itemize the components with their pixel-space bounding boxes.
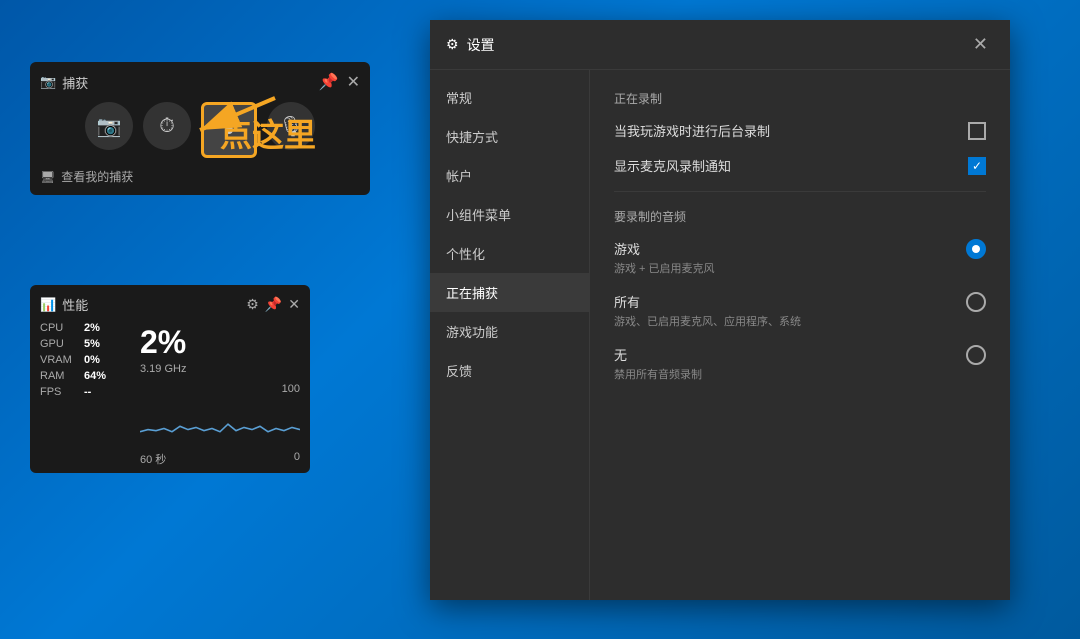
perf-title-text: 性能 [62, 295, 88, 314]
screenshot-button[interactable]: 📷 [85, 102, 133, 150]
sidebar-item-account[interactable]: 帐户 [430, 156, 589, 195]
monitor-icon: 🖥 [40, 170, 55, 184]
section2-title: 要录制的音频 [614, 208, 986, 225]
radio-none-content: 无 禁用所有音频录制 [614, 345, 958, 382]
capture-footer[interactable]: 🖥 查看我的捕获 [40, 168, 360, 185]
perf-chart-area: 100 60 秒 0 [140, 383, 300, 463]
capture-panel-title: 📷 捕获 [40, 73, 88, 92]
capture-title-text: 捕获 [62, 73, 88, 92]
radio-none-subtitle: 禁用所有音频录制 [614, 366, 958, 382]
perf-close-icon[interactable]: ✕ [288, 296, 300, 313]
setting2-label: 显示麦克风录制通知 [614, 156, 731, 175]
perf-stat-vram: VRAM 0% [40, 354, 130, 366]
perf-panel-title: 📊 性能 [40, 295, 88, 314]
capture-panel-header: 📷 捕获 📌 ✕ [40, 72, 360, 92]
performance-panel: 📊 性能 ⚙ 📌 ✕ CPU 2% GPU 5% VRAM [30, 285, 310, 473]
capture-close-icon[interactable]: ✕ [347, 72, 360, 92]
perf-stats-list: CPU 2% GPU 5% VRAM 0% RAM 64% FPS -- [40, 322, 130, 463]
radio-game-btn[interactable] [966, 239, 986, 259]
perf-chart-svg [140, 383, 300, 448]
radio-game-content: 游戏 游戏 + 已启用麦克风 [614, 239, 958, 276]
radio-all-title: 所有 [614, 292, 958, 311]
perf-settings-icon[interactable]: ⚙ [246, 296, 259, 313]
perf-stat-cpu: CPU 2% [40, 322, 130, 334]
perf-panel-controls: ⚙ 📌 ✕ [246, 296, 300, 313]
sidebar-item-general[interactable]: 常规 [430, 78, 589, 117]
capture-panel: 📷 捕获 📌 ✕ 📷 ⏱ 🎙 🖥 查看我的捕获 [30, 62, 370, 195]
sidebar-item-widget-menu[interactable]: 小组件菜单 [430, 195, 589, 234]
setting1-checkbox[interactable] [968, 122, 986, 140]
settings-gear-icon: ⚙ [446, 36, 459, 53]
pin-icon[interactable]: 📌 [319, 72, 339, 92]
settings-panel: ⚙ 设置 ✕ 常规 快捷方式 帐户 小组件菜单 个性化 正在捕获 游戏功能 反馈… [430, 20, 1010, 600]
sidebar-item-feedback[interactable]: 反馈 [430, 351, 589, 390]
chart-label-time: 60 秒 [140, 451, 166, 467]
perf-pin-icon[interactable]: 📌 [265, 296, 282, 313]
radio-all-subtitle: 游戏、已启用麦克风、应用程序、系统 [614, 313, 958, 329]
perf-stat-fps: FPS -- [40, 386, 130, 398]
perf-big-value: 2% [140, 324, 300, 361]
perf-stat-gpu: GPU 5% [40, 338, 130, 350]
radio-none-btn[interactable] [966, 345, 986, 365]
arrow-label: 点这里 [220, 110, 316, 156]
divider1 [614, 191, 986, 192]
section1-title: 正在录制 [614, 90, 986, 107]
sidebar-item-shortcuts[interactable]: 快捷方式 [430, 117, 589, 156]
perf-panel-right: 2% 3.19 GHz 100 60 秒 0 [140, 322, 300, 463]
radio-game-title: 游戏 [614, 239, 958, 258]
sidebar-item-personalize[interactable]: 个性化 [430, 234, 589, 273]
settings-content: 正在录制 当我玩游戏时进行后台录制 显示麦克风录制通知 要录制的音频 游戏 游戏… [590, 70, 1010, 600]
settings-body: 常规 快捷方式 帐户 小组件菜单 个性化 正在捕获 游戏功能 反馈 正在录制 当… [430, 70, 1010, 600]
sidebar-item-capturing[interactable]: 正在捕获 [430, 273, 589, 312]
capture-panel-controls: 📌 ✕ [319, 72, 360, 92]
settings-titlebar: ⚙ 设置 ✕ [430, 20, 1010, 70]
settings-sidebar: 常规 快捷方式 帐户 小组件菜单 个性化 正在捕获 游戏功能 反馈 [430, 70, 590, 600]
perf-stat-ram: RAM 64% [40, 370, 130, 382]
radio-option-all: 所有 游戏、已启用麦克风、应用程序、系统 [614, 292, 986, 329]
capture-footer-link[interactable]: 查看我的捕获 [61, 168, 133, 185]
sidebar-item-game-features[interactable]: 游戏功能 [430, 312, 589, 351]
setting2-checkbox[interactable] [968, 157, 986, 175]
perf-icon: 📊 [40, 297, 56, 313]
radio-option-game: 游戏 游戏 + 已启用麦克风 [614, 239, 986, 276]
perf-sub-value: 3.19 GHz [140, 363, 300, 375]
chart-label-top: 100 [282, 383, 300, 395]
radio-all-content: 所有 游戏、已启用麦克风、应用程序、系统 [614, 292, 958, 329]
setting1-label: 当我玩游戏时进行后台录制 [614, 121, 770, 140]
record-timer-button[interactable]: ⏱ [143, 102, 191, 150]
radio-option-none: 无 禁用所有音频录制 [614, 345, 986, 382]
radio-all-btn[interactable] [966, 292, 986, 312]
chart-label-bottom: 0 [294, 451, 300, 463]
setting-row-mic-notify: 显示麦克风录制通知 [614, 156, 986, 175]
settings-titlebar-left: ⚙ 设置 [446, 35, 495, 55]
camera-icon: 📷 [40, 74, 56, 90]
perf-panel-content: CPU 2% GPU 5% VRAM 0% RAM 64% FPS -- [40, 322, 300, 463]
setting-row-background-record: 当我玩游戏时进行后台录制 [614, 121, 986, 140]
radio-game-subtitle: 游戏 + 已启用麦克风 [614, 260, 958, 276]
settings-title: 设置 [467, 35, 495, 55]
radio-none-title: 无 [614, 345, 958, 364]
desktop: 📷 捕获 📌 ✕ 📷 ⏱ 🎙 🖥 查看我的捕获 点这里 [0, 0, 1080, 639]
perf-panel-header: 📊 性能 ⚙ 📌 ✕ [40, 295, 300, 314]
settings-close-button[interactable]: ✕ [967, 32, 994, 57]
